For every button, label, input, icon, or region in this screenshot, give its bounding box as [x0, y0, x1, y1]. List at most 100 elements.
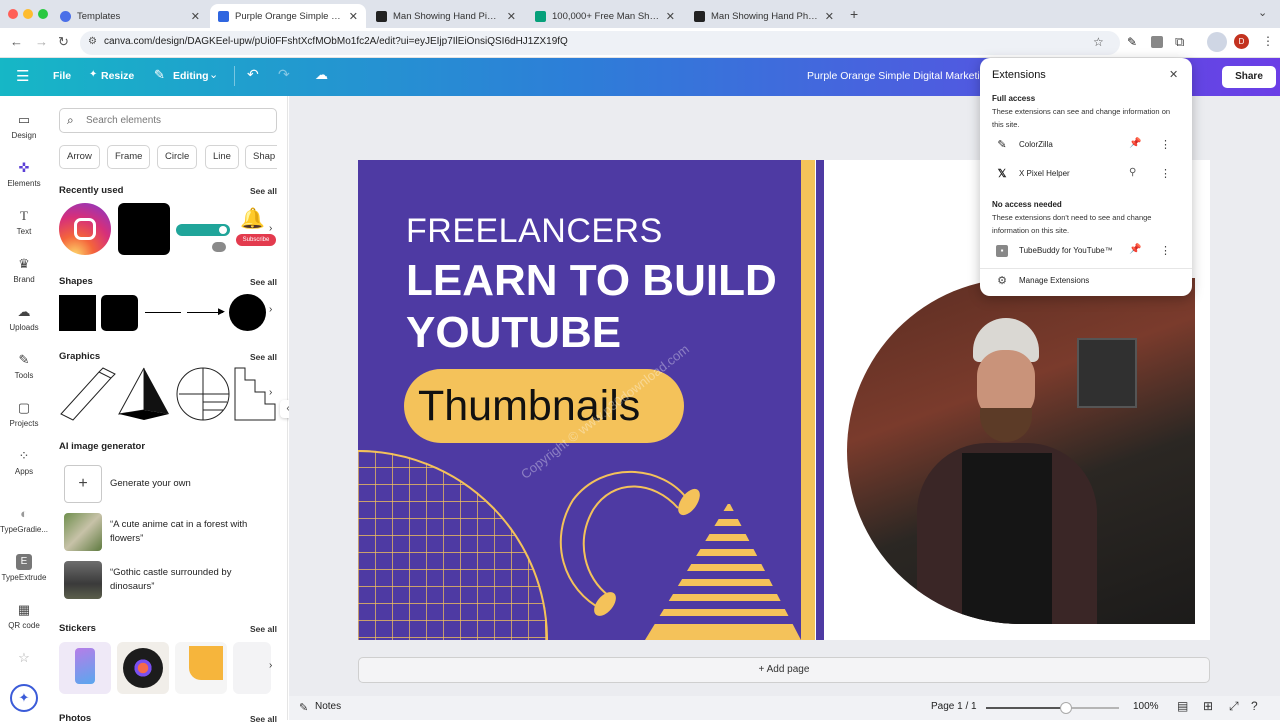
shape-line[interactable] — [145, 312, 181, 313]
colorzilla-eyedropper-icon[interactable]: ✎ — [1127, 35, 1137, 49]
minimize-window-dot[interactable] — [23, 9, 33, 19]
extension-row-x-pixel-helper[interactable]: 𝕏 X Pixel Helper ⚲ ⋮ — [992, 165, 1182, 185]
graphic-3d-bar[interactable] — [60, 367, 116, 421]
generate-your-own-label[interactable]: Generate your own — [110, 477, 270, 491]
browser-tab[interactable]: Templates ✕ — [52, 4, 208, 28]
pin-filled-icon[interactable]: 📌 — [1129, 244, 1141, 255]
graphic-sphere-lines[interactable] — [176, 367, 230, 421]
more-options-icon[interactable]: ⋮ — [1160, 138, 1171, 151]
chevron-down-icon[interactable]: ⌄ — [209, 68, 218, 81]
rail-item-qr-code[interactable]: ▦ QR code — [0, 602, 48, 630]
browser-tab[interactable]: Man Showing Hand Pictures ✕ — [368, 4, 524, 28]
zoom-slider[interactable] — [986, 702, 1119, 714]
pin-filled-icon[interactable]: 📌 — [1129, 138, 1141, 149]
browser-tab[interactable]: Man Showing Hand Photos, D ✕ — [686, 4, 842, 28]
rail-item-apps[interactable]: ⁘ Apps — [0, 448, 48, 476]
generate-your-own-button[interactable]: + — [64, 465, 102, 503]
rail-item-uploads[interactable]: ☁ Uploads — [0, 304, 48, 332]
manage-extensions-button[interactable]: ⚙ Manage Extensions — [992, 272, 1182, 292]
chip-frame[interactable]: Frame — [107, 145, 151, 169]
see-all-stickers-link[interactable]: See all — [250, 624, 277, 634]
pin-outline-icon[interactable]: ⚲ — [1129, 167, 1136, 178]
redo-icon[interactable]: ↷ — [278, 66, 290, 83]
see-all-recent-link[interactable]: See all — [250, 186, 277, 196]
graphic-pyramid[interactable] — [118, 367, 169, 420]
shape-rounded-square[interactable] — [101, 295, 138, 331]
rail-item-brand[interactable]: ♛ Brand — [0, 256, 48, 284]
hamburger-menu-icon[interactable]: ☰ — [16, 67, 29, 85]
more-options-icon[interactable]: ⋮ — [1160, 244, 1171, 257]
headline-youtube[interactable]: YOUTUBE — [406, 308, 621, 358]
rail-item-typegradient[interactable]: ◐ TypeGradie... — [0, 506, 48, 534]
reload-icon[interactable]: ↻ — [58, 34, 69, 50]
rail-item-typeextrude[interactable]: E TypeExtrude — [0, 554, 48, 582]
more-options-icon[interactable]: ⋮ — [1160, 167, 1171, 180]
rail-item-tools[interactable]: ✎ Tools — [0, 352, 48, 380]
grid-view-icon[interactable]: ⊞ — [1203, 699, 1213, 713]
headline-freelancers[interactable]: FREELANCERS — [406, 212, 663, 251]
close-window-dot[interactable] — [8, 9, 18, 19]
scroll-right-chevron-icon[interactable]: › — [269, 304, 272, 315]
chip-arrow[interactable]: Arrow — [59, 145, 100, 169]
browser-tab-active[interactable]: Purple Orange Simple Digital ✕ — [210, 4, 366, 28]
maximize-window-dot[interactable] — [38, 9, 48, 19]
close-tab-icon[interactable]: ✕ — [825, 10, 834, 23]
close-tab-icon[interactable]: ✕ — [349, 10, 358, 23]
sticker-partial[interactable] — [233, 642, 271, 694]
undo-icon[interactable]: ↶ — [247, 66, 259, 83]
close-tab-icon[interactable]: ✕ — [507, 10, 516, 23]
ai-sample-gothic-castle-image[interactable] — [64, 561, 102, 599]
page-view-icon[interactable]: ▤ — [1177, 699, 1188, 713]
search-input[interactable]: ⌕ Search elements — [59, 108, 277, 133]
extension-row-colorzilla[interactable]: ✎ ColorZilla 📌 ⋮ — [992, 136, 1182, 156]
resize-button[interactable]: Resize — [101, 70, 134, 82]
rail-item-projects[interactable]: ▢ Projects — [0, 400, 48, 428]
chip-line[interactable]: Line — [205, 145, 239, 169]
striped-triangle-graphic[interactable] — [643, 500, 803, 640]
document-title[interactable]: Purple Orange Simple Digital Marketin — [807, 70, 986, 82]
chip-shapes[interactable]: Shap — [245, 145, 277, 169]
tubebuddy-extension-icon[interactable] — [1151, 36, 1163, 48]
see-all-photos-link[interactable]: See all — [250, 714, 277, 724]
sticker-orange-shape[interactable] — [175, 642, 227, 694]
site-info-icon[interactable]: ⚙ — [88, 36, 97, 47]
notes-button[interactable]: Notes — [315, 701, 341, 712]
toggle-switch-element[interactable] — [176, 224, 230, 236]
shape-circle[interactable] — [229, 294, 266, 331]
file-menu-button[interactable]: File — [53, 70, 71, 82]
help-icon[interactable]: ? — [1251, 699, 1258, 713]
rail-item-design[interactable]: ▭ Design — [0, 112, 48, 140]
see-all-shapes-link[interactable]: See all — [250, 277, 277, 287]
shape-square[interactable] — [59, 295, 96, 331]
cloud-saved-icon[interactable]: ☁ — [315, 67, 328, 83]
see-all-graphics-link[interactable]: See all — [250, 352, 277, 362]
extension-row-tubebuddy[interactable]: ▪ TubeBuddy for YouTube™ 📌 ⋮ — [992, 242, 1182, 262]
magic-assistant-button[interactable]: ✦ — [10, 684, 38, 712]
new-tab-button[interactable]: + — [850, 6, 858, 22]
close-tab-icon[interactable]: ✕ — [666, 10, 675, 23]
close-popup-icon[interactable]: ✕ — [1169, 68, 1178, 81]
back-arrow-icon[interactable]: ← — [10, 34, 23, 49]
scroll-right-chevron-icon[interactable]: › — [269, 660, 272, 671]
instagram-logo-element[interactable] — [59, 203, 111, 255]
share-button[interactable]: Share — [1222, 66, 1276, 88]
add-page-button[interactable]: + Add page — [358, 657, 1210, 683]
browser-tab[interactable]: 100,000+ Free Man Showing ✕ — [527, 4, 683, 28]
extensions-menu-button-active[interactable] — [1207, 32, 1227, 52]
tab-search-chevron-icon[interactable]: ⌄ — [1258, 6, 1267, 19]
bookmark-star-icon[interactable]: ☆ — [1093, 35, 1104, 49]
rail-item-elements[interactable]: ✜ Elements — [0, 160, 48, 188]
ai-prompt-cat[interactable]: “A cute anime cat in a forest with flowe… — [110, 518, 270, 546]
photo-man-with-beanie[interactable] — [847, 278, 1195, 624]
rail-item-text[interactable]: T Text — [0, 208, 48, 236]
chip-circle[interactable]: Circle — [157, 145, 198, 169]
black-square-element[interactable] — [118, 203, 170, 255]
editing-mode-button[interactable]: Editing — [173, 70, 209, 82]
ai-sample-anime-cat-image[interactable] — [64, 513, 102, 551]
zoom-level[interactable]: 100% — [1133, 701, 1159, 712]
scroll-right-chevron-icon[interactable]: › — [269, 387, 272, 398]
page-indicator[interactable]: Page 1 / 1 — [931, 701, 977, 712]
fullscreen-icon[interactable]: ⤢ — [1229, 699, 1239, 714]
ai-prompt-castle[interactable]: “Gothic castle surrounded by dinosaurs” — [110, 566, 270, 594]
close-tab-icon[interactable]: ✕ — [191, 10, 200, 23]
